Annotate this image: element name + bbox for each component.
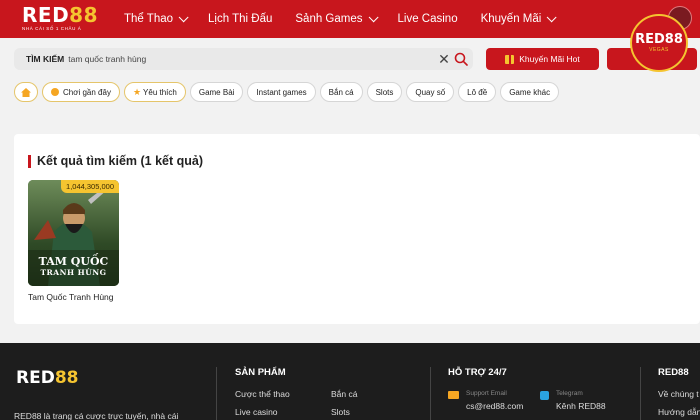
nav-label: Lịch Thi Đấu [208, 13, 273, 25]
jackpot-amount: 1,044,305,000 [61, 180, 119, 193]
red88-logo[interactable]: RED88 NHÀ CÁI SỐ 1 CHÂU Á [22, 4, 100, 34]
footer-description: RED88 là trang cá cược trực tuyến, nhà c… [14, 411, 179, 420]
search-results-panel: Kết quả tìm kiếm (1 kết quả) 1,044,305,0… [14, 134, 700, 324]
footer-logo-number: 88 [54, 368, 79, 388]
game-art-line-1: TAM QUỐC [38, 255, 109, 268]
footer-logo-brand: RED [16, 368, 55, 388]
game-card[interactable]: 1,044,305,000 TAM QUỐC TRANH HÙNG [28, 180, 119, 286]
nav-item-live-casino[interactable]: Live Casino [398, 13, 458, 25]
telegram-icon [540, 391, 549, 400]
footer-link[interactable]: Về chúng t [658, 389, 699, 399]
footer-link[interactable]: Slots [331, 407, 350, 417]
nav-label: Thể Thao [124, 13, 174, 25]
logo-brand-number: 88 [69, 3, 99, 27]
chip-label: Instant games [256, 87, 307, 97]
results-title-text: Kết quả tìm kiếm (1 kết quả) [37, 154, 204, 168]
footer-logo[interactable]: RED88 [16, 368, 79, 388]
chip-label: Chơi gần đây [63, 87, 111, 97]
chip-label: Game Bài [198, 87, 235, 97]
filter-card-games[interactable]: Game Bài [189, 82, 244, 102]
search-label: TÌM KIẾM [26, 54, 65, 64]
footer-link[interactable]: Hướng dẫn [658, 407, 700, 417]
filter-home[interactable] [14, 82, 38, 102]
footer-link[interactable]: Live casino [235, 407, 278, 417]
chip-label: Bắn cá [328, 87, 354, 97]
telegram-label: Telegram [556, 390, 583, 397]
site-footer: RED88 RED88 là trang cá cược trực tuyến,… [0, 343, 700, 420]
nav-item-schedule[interactable]: Lịch Thi Đấu [208, 13, 272, 25]
footer-divider [640, 367, 641, 420]
search-icon[interactable] [454, 52, 468, 66]
search-bar: TÌM KIẾM ✕ [14, 48, 473, 70]
red88-vegas-badge: RED88 VEGAS [630, 14, 688, 72]
hot-promotions-button[interactable]: Khuyến Mãi Hot [486, 48, 599, 70]
star-icon: ★ [132, 86, 142, 97]
results-heading: Kết quả tìm kiếm (1 kết quả) [28, 154, 203, 168]
footer-divider [216, 367, 217, 420]
logo-brand: RED [22, 3, 70, 27]
filter-fishing[interactable]: Bắn cá [319, 82, 363, 102]
nav-item-promotions[interactable]: Khuyến Mãi [480, 11, 557, 25]
chevron-down-icon [178, 11, 189, 22]
chip-label: Quay số [415, 87, 446, 97]
home-icon [21, 87, 31, 97]
promo-button-label: Khuyến Mãi Hot [519, 54, 580, 64]
main-nav: Thể Thao Lịch Thi Đấu Sảnh Games Live Ca… [124, 0, 576, 38]
nav-label: Khuyến Mãi [480, 13, 542, 25]
nav-item-games[interactable]: Sảnh Games [295, 11, 379, 25]
top-navbar: RED88 NHÀ CÁI SỐ 1 CHÂU Á Thể Thao Lịch … [0, 0, 700, 38]
footer-products-title: SẢN PHẨM [235, 367, 286, 378]
telegram-channel[interactable]: Kênh RED88 [556, 401, 606, 411]
chip-label: Yêu thích [143, 87, 177, 97]
badge-text: RED88 [635, 32, 683, 47]
heading-accent-bar [28, 154, 31, 168]
nav-label: Sảnh Games [295, 13, 363, 25]
filter-favorites[interactable]: ★ Yêu thích [123, 82, 186, 102]
game-art-line-2: TRANH HÙNG [40, 268, 107, 277]
footer-about-title: RED88 [658, 367, 689, 378]
gift-icon [505, 54, 515, 64]
chevron-down-icon [368, 11, 379, 22]
clock-icon [51, 88, 59, 96]
badge-sub: VEGAS [649, 47, 669, 53]
close-icon[interactable]: ✕ [438, 52, 450, 66]
filter-instant-games[interactable]: Instant games [247, 82, 316, 102]
chevron-down-icon [546, 11, 557, 22]
game-filter-bar: Chơi gần đây ★ Yêu thích Game Bài Instant… [14, 82, 563, 102]
chip-label: Game khác [509, 87, 551, 97]
footer-link[interactable]: Cược thể thao [235, 389, 290, 399]
nav-item-sports[interactable]: Thể Thao [124, 11, 189, 25]
support-email-label: Support Email [466, 390, 507, 397]
footer-divider [430, 367, 431, 420]
nav-label: Live Casino [397, 13, 458, 25]
chip-label: Slots [375, 87, 394, 97]
chip-label: Lô đề [467, 87, 488, 97]
search-input[interactable] [68, 54, 369, 64]
filter-recent[interactable]: Chơi gần đây [42, 82, 120, 102]
filter-other-games[interactable]: Game khác [500, 82, 560, 102]
footer-support-title: HỖ TRỢ 24/7 [448, 367, 507, 378]
game-title-art: TAM QUỐC TRANH HÙNG [28, 256, 119, 278]
filter-slots[interactable]: Slots [366, 82, 403, 102]
support-email[interactable]: cs@red88.com [466, 401, 523, 411]
game-name[interactable]: Tam Quốc Tranh Hùng [28, 292, 114, 302]
footer-link[interactable]: Bắn cá [331, 389, 357, 399]
filter-lottery[interactable]: Quay số [406, 82, 455, 102]
mail-icon [448, 391, 459, 399]
filter-lo-de[interactable]: Lô đề [458, 82, 497, 102]
